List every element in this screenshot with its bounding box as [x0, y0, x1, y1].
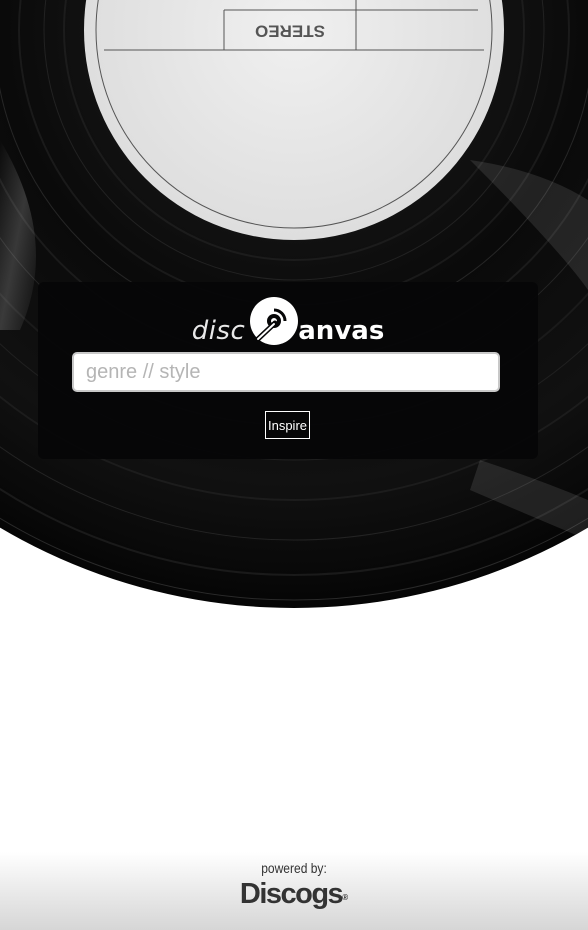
- logo-suffix: anvas: [298, 316, 385, 346]
- discogs-logo[interactable]: Discogs®: [0, 876, 588, 912]
- discogs-brand-text: Discogs: [239, 878, 344, 910]
- vinyl-label-text: STEREO: [255, 22, 325, 41]
- record-icon: [250, 297, 299, 345]
- search-panel: disc anvas Inspire: [38, 282, 538, 459]
- genre-style-search-input[interactable]: [72, 352, 500, 392]
- page: STEREO disc anvas Inspire powered by: Di…: [0, 0, 588, 930]
- powered-by-label: powered by:: [261, 860, 327, 876]
- logo-prefix: disc: [191, 316, 246, 346]
- footer: powered by: Discogs®: [0, 852, 588, 930]
- app-logo: disc anvas: [38, 290, 538, 346]
- registered-mark: ®: [342, 893, 349, 902]
- inspire-button[interactable]: Inspire: [265, 411, 310, 439]
